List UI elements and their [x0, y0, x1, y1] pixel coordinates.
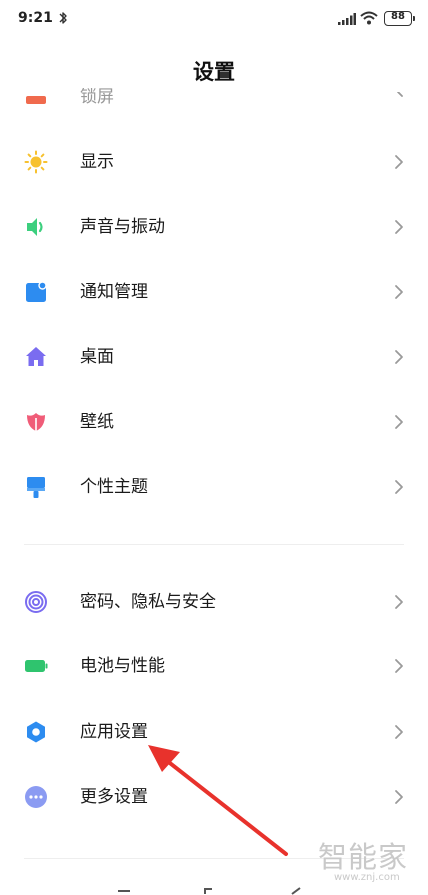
settings-item-label: 应用设置: [80, 722, 148, 742]
notification-icon: [26, 281, 47, 302]
settings-item-display[interactable]: 显示: [0, 132, 428, 192]
battery-tip: [413, 16, 415, 21]
paint-brush-icon: [27, 477, 45, 498]
annotation-arrow: [148, 745, 288, 856]
page-title: 设置: [193, 60, 235, 84]
settings-item-notifications[interactable]: 通知管理: [0, 262, 428, 322]
chevron-right-icon: [395, 285, 403, 299]
lock-screen-icon: [26, 96, 46, 104]
navigation-bar: [118, 887, 301, 895]
settings-item-label: 显示: [80, 152, 114, 172]
chevron-right-icon: [395, 155, 403, 169]
chevron-right-icon: [395, 350, 403, 364]
settings-item-label: 更多设置: [80, 787, 148, 807]
battery-green-icon: [25, 660, 48, 672]
status-time: 9:21: [18, 10, 53, 26]
fingerprint-icon: [25, 591, 47, 613]
speaker-icon: [27, 218, 43, 236]
settings-item-privacy-security[interactable]: 密码、隐私与安全: [0, 572, 428, 632]
chevron-right-icon: [395, 595, 403, 609]
settings-item-label: 声音与振动: [80, 217, 165, 237]
chevron-right-icon: [395, 220, 403, 234]
tulip-icon: [27, 413, 45, 431]
settings-item-label: 桌面: [80, 347, 114, 367]
section-divider: [24, 544, 404, 545]
settings-item-label: 锁屏: [80, 88, 114, 107]
settings-item-label: 电池与性能: [80, 656, 165, 676]
settings-item-wallpaper[interactable]: 壁纸: [0, 392, 428, 452]
battery-level: 88: [391, 11, 405, 22]
watermark-text: 智能家: [318, 840, 409, 874]
settings-item-label: 密码、隐私与安全: [80, 592, 216, 612]
watermark-url: www.znj.com: [334, 872, 400, 883]
chevron-right-icon: [395, 790, 403, 804]
bluetooth-icon: [59, 12, 67, 24]
settings-item-label: 壁纸: [80, 412, 114, 432]
settings-item-themes[interactable]: 个性主题: [0, 457, 428, 517]
watermark: 智能家 www.znj.com: [318, 834, 418, 884]
status-bar: 9:21 88: [0, 0, 428, 40]
chevron-right-icon: [395, 725, 403, 739]
chevron-right-icon: [395, 415, 403, 429]
settings-item-sound[interactable]: 声音与振动: [0, 197, 428, 257]
settings-item-battery-performance[interactable]: 电池与性能: [0, 636, 428, 696]
chevron-right-icon: [395, 480, 403, 494]
gear-icon: [27, 721, 45, 743]
settings-item-label: 个性主题: [80, 477, 148, 497]
settings-item-home-screen[interactable]: 桌面: [0, 327, 428, 387]
sun-icon: [24, 150, 48, 174]
chevron-right-icon: [397, 92, 403, 97]
signal-icon: [338, 13, 356, 25]
settings-item-label: 通知管理: [80, 282, 148, 302]
settings-item-lock-screen[interactable]: 锁屏: [0, 88, 428, 112]
chevron-right-icon: [395, 659, 403, 673]
more-icon: [25, 786, 47, 808]
home-icon: [26, 347, 46, 366]
battery-icon: 88: [384, 11, 415, 26]
wifi-icon: [360, 11, 378, 25]
